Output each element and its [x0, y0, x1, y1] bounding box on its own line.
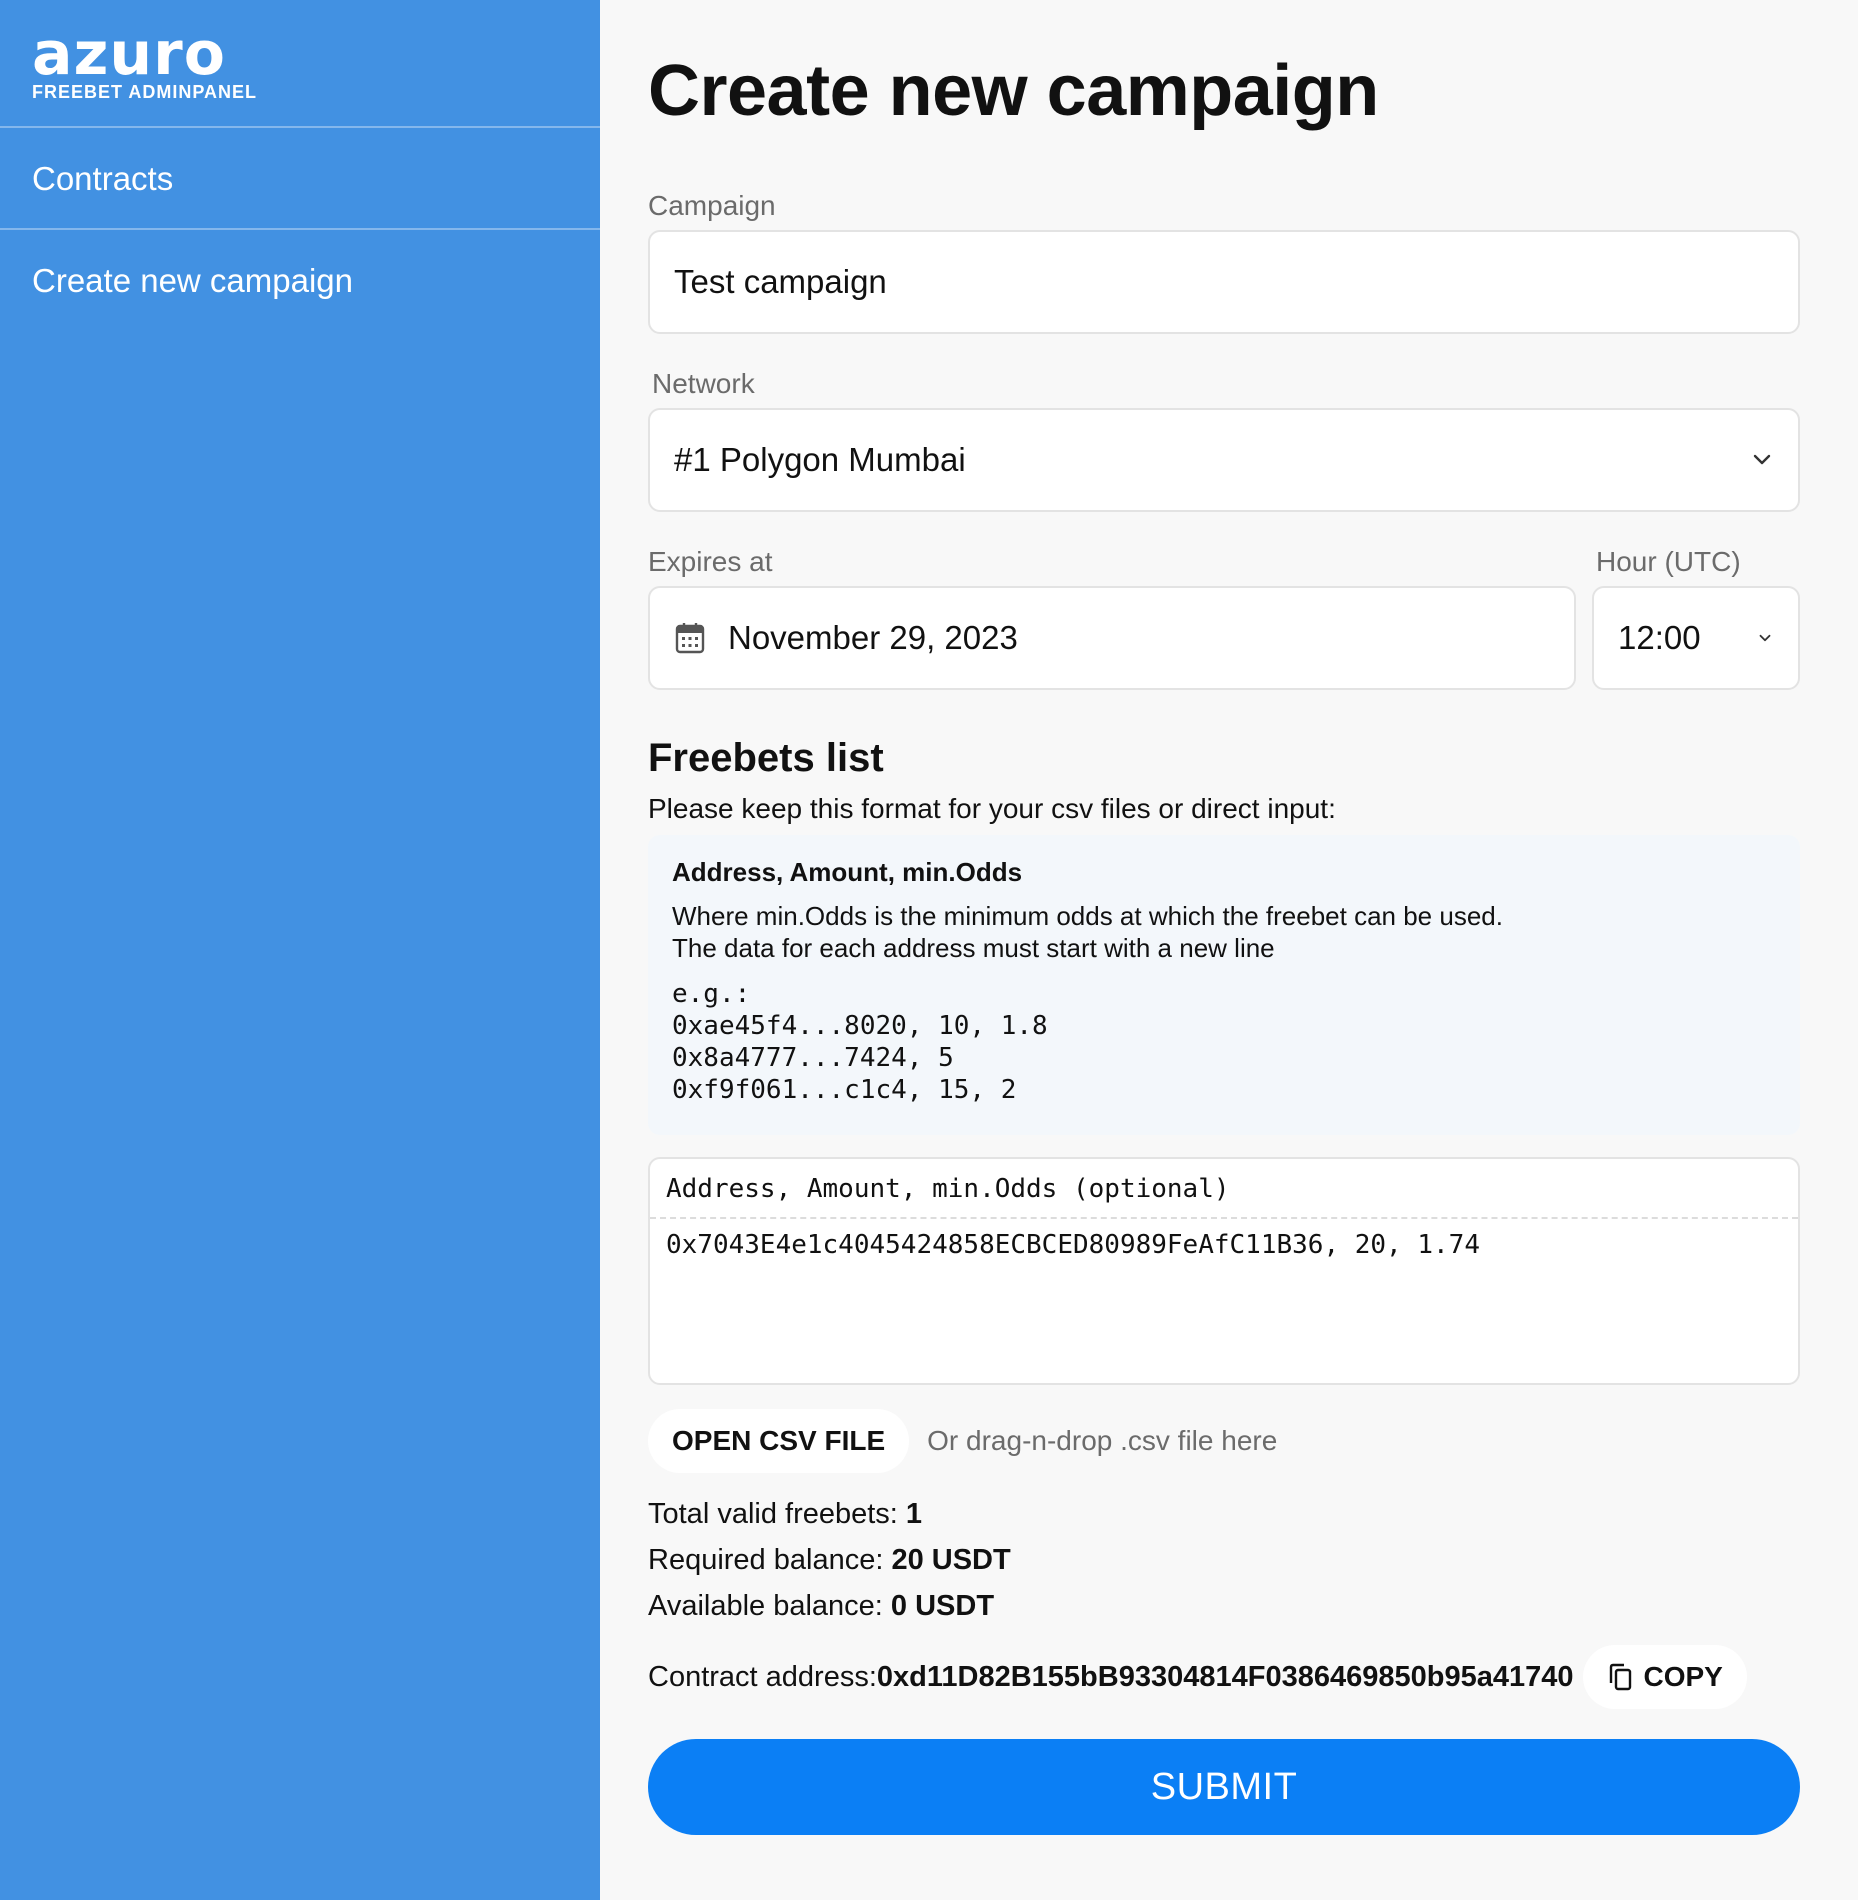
format-example-box: Address, Amount, min.Odds Where min.Odds… — [648, 835, 1800, 1135]
campaign-input[interactable]: Test campaign — [648, 230, 1800, 334]
sidebar-item-contracts[interactable]: Contracts — [0, 128, 600, 230]
expires-label: Expires at — [648, 546, 773, 577]
expires-date-input[interactable]: November 29, 2023 — [648, 586, 1576, 690]
freebets-title: Freebets list — [648, 736, 884, 780]
format-example-code: e.g.: 0xae45f4...8020, 10, 1.8 0x8a4777.… — [672, 979, 1048, 1105]
format-description-line: The data for each address must start wit… — [672, 933, 1275, 963]
stat-value: 1 — [905, 1498, 923, 1530]
campaign-label: Campaign — [648, 190, 776, 221]
chevron-down-icon — [1759, 634, 1771, 642]
submit-button-label: SUBMIT — [1150, 1765, 1298, 1808]
total-freebets-stat: Total valid freebets: 1 — [648, 1491, 1800, 1537]
format-description-line: Where min.Odds is the minimum odds at wh… — [672, 901, 1503, 931]
hour-select-value: 12:00 — [1618, 619, 1701, 656]
network-select[interactable]: #1 Polygon Mumbai — [648, 408, 1800, 512]
textarea-header: Address, Amount, min.Odds (optional) — [650, 1159, 1798, 1219]
stat-value: 0 USDT — [890, 1590, 995, 1622]
textarea-value: 0x7043E4e1c4045424858ECBCED80989FeAfC11B… — [666, 1230, 1480, 1260]
stat-label: Required balance: — [648, 1544, 892, 1576]
expires-row: Expires at November 29, 2023 Hour (UTC) … — [648, 546, 1800, 690]
logo-wordmark: azuro — [32, 19, 226, 89]
calendar-icon — [675, 623, 705, 654]
format-description: Where min.Odds is the minimum odds at wh… — [672, 900, 1776, 964]
copy-button[interactable]: COPY — [1583, 1645, 1747, 1709]
sidebar: azuro FREEBET ADMINPANEL Contracts Creat… — [0, 0, 600, 1900]
available-balance-stat: Available balance: 0 USDT — [648, 1583, 1800, 1629]
network-label: Network — [652, 368, 755, 399]
hour-label: Hour (UTC) — [1596, 546, 1741, 577]
stat-value: 20 USDT — [891, 1544, 1011, 1576]
expires-field: Expires at November 29, 2023 — [648, 546, 1576, 690]
logo[interactable]: azuro FREEBET ADMINPANEL — [0, 0, 600, 128]
expires-date-value: November 29, 2023 — [728, 619, 1018, 656]
logo-subtitle: FREEBET ADMINPANEL — [32, 82, 257, 102]
contract-address: 0xd11D82B155bB93304814F0386469850b95a417… — [876, 1660, 1574, 1693]
format-heading: Address, Amount, min.Odds — [672, 857, 1023, 887]
csv-upload-row: OPEN CSV FILE Or drag-n-drop .csv file h… — [648, 1409, 1800, 1473]
page-title: Create new campaign — [648, 51, 1379, 131]
freebets-help: Please keep this format for your csv fil… — [648, 793, 1336, 824]
contract-label: Contract address: — [648, 1660, 877, 1693]
stats-block: Total valid freebets: 1 Required balance… — [648, 1491, 1800, 1629]
campaign-field: Campaign Test campaign — [648, 190, 1800, 334]
sidebar-item-create-campaign[interactable]: Create new campaign — [0, 230, 600, 332]
campaign-input-value: Test campaign — [674, 263, 887, 300]
open-csv-button[interactable]: OPEN CSV FILE — [648, 1409, 910, 1473]
stat-label: Total valid freebets: — [648, 1498, 906, 1530]
network-select-value: #1 Polygon Mumbai — [674, 441, 966, 478]
copy-icon — [1610, 1663, 1632, 1691]
chevron-down-icon — [1753, 454, 1771, 465]
contract-address-row: Contract address: 0xd11D82B155bB93304814… — [648, 1645, 1800, 1709]
hour-select[interactable]: 12:00 — [1592, 586, 1800, 690]
textarea-content[interactable]: 0x7043E4e1c4045424858ECBCED80989FeAfC11B… — [650, 1219, 1798, 1271]
required-balance-stat: Required balance: 20 USDT — [648, 1537, 1800, 1583]
textarea-header-text: Address, Amount, min.Odds (optional) — [666, 1174, 1230, 1204]
network-field: Network #1 Polygon Mumbai — [648, 368, 1800, 512]
stat-label: Available balance: — [648, 1590, 891, 1622]
main-content: Create new campaign Campaign Test campai… — [648, 0, 1800, 1835]
copy-button-label: COPY — [1643, 1661, 1723, 1692]
freebets-textarea[interactable]: Address, Amount, min.Odds (optional) 0x7… — [648, 1157, 1800, 1385]
drag-drop-hint: Or drag-n-drop .csv file here — [927, 1425, 1278, 1456]
submit-button[interactable]: SUBMIT — [648, 1739, 1800, 1835]
hour-field: Hour (UTC) 12:00 — [1592, 546, 1800, 690]
